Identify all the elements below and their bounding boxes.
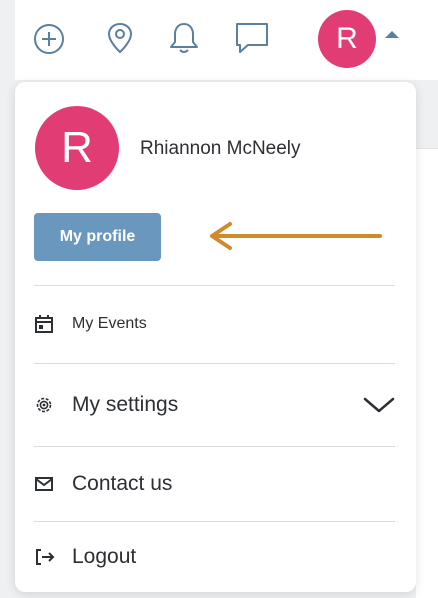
top-navigation-bar: R (15, 0, 438, 80)
avatar: R (35, 106, 119, 190)
user-avatar-button[interactable]: R (318, 10, 376, 68)
divider (34, 285, 395, 286)
envelope-icon (35, 477, 53, 491)
menu-item-label: Logout (72, 545, 137, 568)
divider (34, 446, 395, 447)
my-profile-button[interactable]: My profile (34, 213, 161, 261)
user-dropdown-menu: R Rhiannon McNeely My profile My Events … (15, 82, 416, 592)
menu-item-my-settings[interactable]: My settings (34, 383, 395, 427)
menu-item-label: My Events (72, 315, 147, 332)
chevron-down-icon[interactable] (363, 396, 395, 414)
annotation-arrow-icon (210, 222, 382, 250)
user-name: Rhiannon McNeely (140, 138, 301, 159)
gear-icon (36, 397, 52, 413)
calendar-icon (35, 315, 53, 333)
logout-icon (36, 549, 55, 565)
caret-up-icon[interactable] (385, 31, 399, 38)
chat-icon[interactable] (234, 21, 270, 55)
menu-item-label: Contact us (72, 472, 173, 495)
menu-item-logout[interactable]: Logout (34, 535, 395, 579)
menu-item-contact-us[interactable]: Contact us (34, 462, 395, 506)
location-pin-icon[interactable] (105, 21, 135, 55)
menu-item-my-events[interactable]: My Events (34, 302, 395, 346)
add-circle-icon[interactable] (32, 22, 66, 56)
divider (34, 363, 395, 364)
divider (34, 521, 395, 522)
background-content-edge (416, 148, 438, 598)
menu-item-label: My settings (72, 393, 179, 416)
bell-icon[interactable] (167, 20, 201, 56)
